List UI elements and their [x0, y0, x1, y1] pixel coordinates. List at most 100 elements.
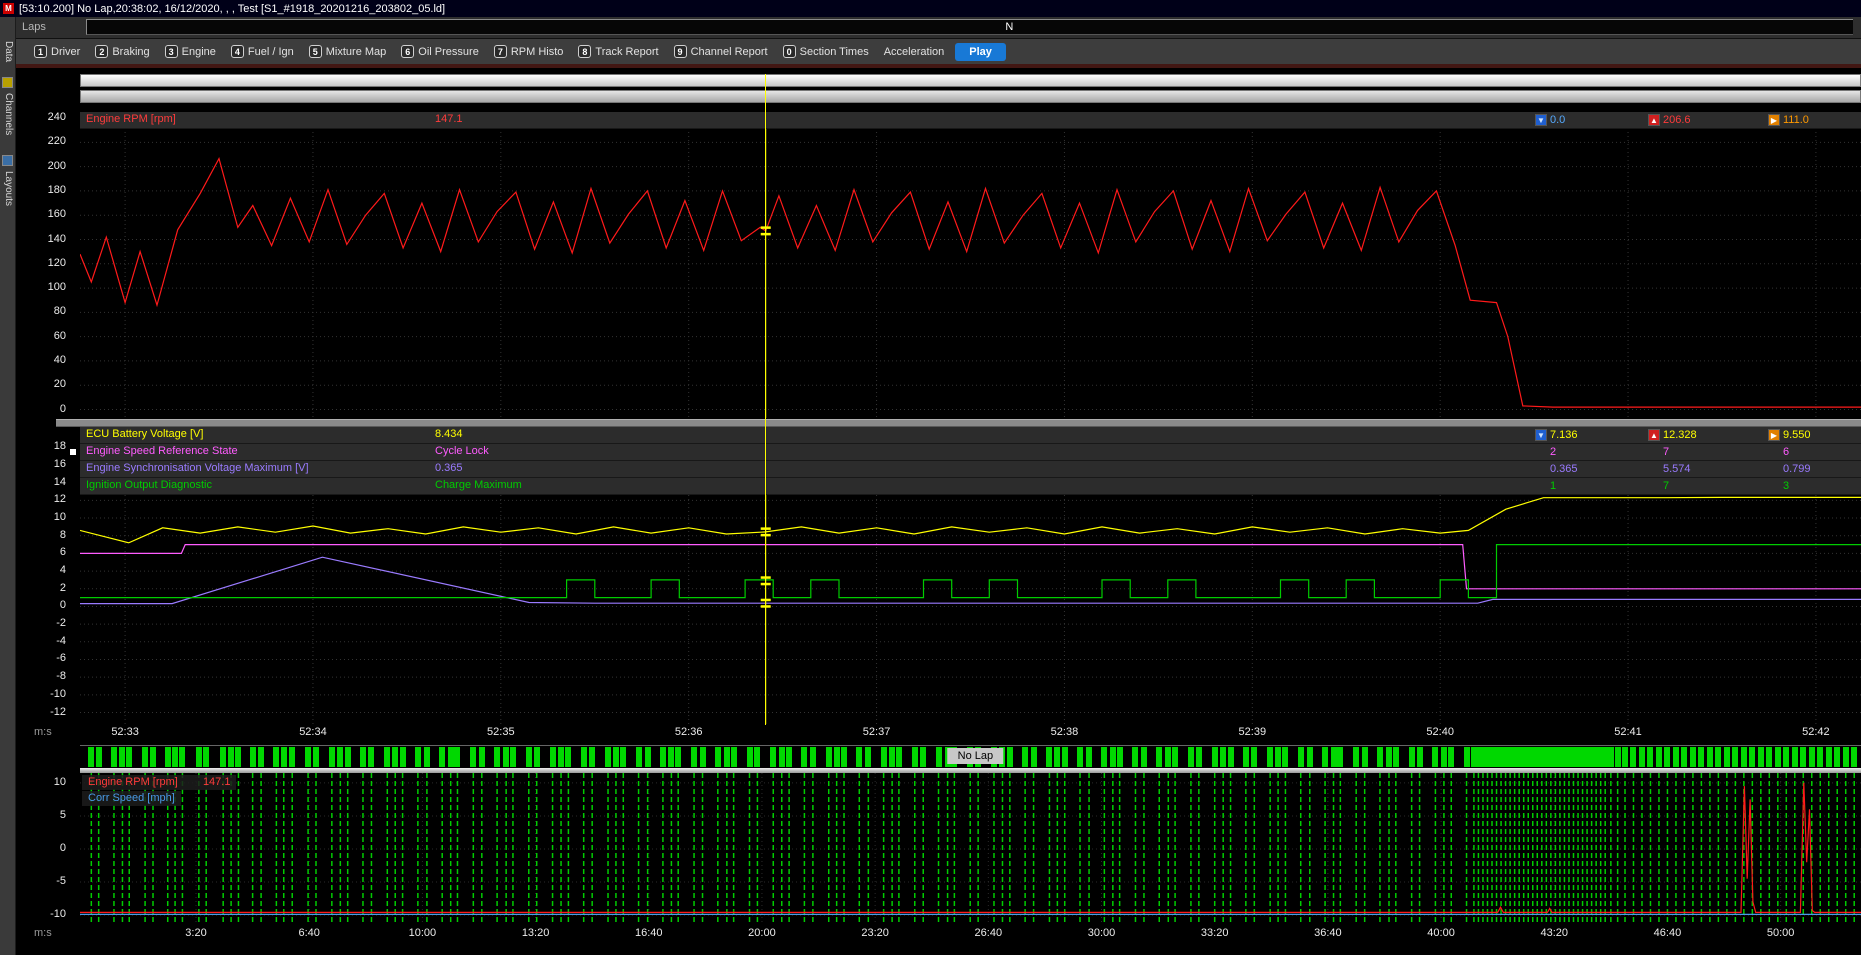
channel-name[interactable]: Ignition Output Diagnostic [86, 479, 212, 491]
chart-rpm-canvas[interactable] [80, 112, 1861, 418]
lap-marker-bar [400, 747, 406, 767]
y-tick-label: 180 [48, 184, 66, 196]
lap-marker-bar [1775, 747, 1781, 767]
tab-number-badge: 5 [309, 45, 322, 58]
stat-value: 7.136 [1550, 429, 1578, 441]
rpm-chart-plot[interactable]: Engine RPM [rpm] 147.1 ▼ 0.0 ▲ 206.6 ▶ 1… [80, 112, 1861, 418]
x-tick-label: 6:40 [298, 927, 319, 939]
y-tick-label: 60 [54, 330, 66, 342]
tab-rpm-histo[interactable]: 7RPM Histo [490, 43, 573, 60]
channel-name[interactable]: Engine Speed Reference State [86, 445, 238, 457]
lap-marker-bar [770, 747, 776, 767]
sidebar-item-layouts[interactable]: Layouts [3, 171, 14, 206]
lap-marker-bar [754, 747, 760, 767]
y-tick-label: 6 [60, 546, 66, 558]
tab-engine[interactable]: 3Engine [161, 43, 225, 60]
x-tick-label: 40:00 [1427, 927, 1455, 939]
channel-header-row: Engine Speed Reference StateCycle Lock27… [80, 444, 1861, 461]
tab-mixture-map[interactable]: 5Mixture Map [305, 43, 396, 60]
sidebar-item-channels[interactable]: Channels [3, 93, 14, 135]
overview-chart-plot[interactable]: Engine RPM [rpm] 147.1 Corr Speed [mph] [80, 773, 1861, 925]
x-tick-label: 16:40 [635, 927, 663, 939]
tab-fuel-ign[interactable]: 4Fuel / Ign [227, 43, 303, 60]
channel-name[interactable]: Engine RPM [rpm] [86, 113, 176, 125]
stat-box: 0.799 [1768, 463, 1811, 475]
y-tick-label: 14 [54, 476, 66, 488]
lap-marker-bar [1441, 747, 1447, 767]
tab-track-report[interactable]: 8Track Report [574, 43, 667, 60]
stat-value: 7 [1663, 480, 1669, 492]
tab-braking[interactable]: 2Braking [91, 43, 158, 60]
chart-separator[interactable] [56, 419, 1861, 427]
y-tick-label: 0 [60, 599, 66, 611]
stat-box: 5.574 [1648, 463, 1691, 475]
laps-bar[interactable]: N [86, 19, 1853, 35]
tab-oil-pressure[interactable]: 6Oil Pressure [397, 43, 488, 60]
channel-name[interactable]: Corr Speed [mph] [88, 792, 175, 804]
overview-legend-speed: Corr Speed [mph] [82, 791, 181, 806]
x-tick-label: 36:40 [1314, 927, 1342, 939]
lap-marker-bar [313, 747, 319, 767]
channel-name[interactable]: Engine Synchronisation Voltage Maximum [… [86, 462, 309, 474]
y-tick-label: -10 [50, 908, 66, 920]
tab-label: Fuel / Ign [248, 46, 294, 58]
lap-marker-bar [589, 747, 595, 767]
y-tick-label: -12 [50, 706, 66, 718]
lap-marker-bar [1228, 747, 1234, 767]
stat-value: 3 [1783, 480, 1789, 492]
lap-marker-bar [613, 747, 619, 767]
sidebar-item-data[interactable]: Data [3, 41, 14, 62]
lap-marker-bar [1353, 747, 1359, 767]
lap-marker-bar [920, 747, 926, 767]
channel-name[interactable]: Engine RPM [rpm] [88, 776, 178, 788]
y-tick-label: 4 [60, 564, 66, 576]
lap-marker-bar [392, 747, 398, 767]
time-ribbon[interactable] [80, 74, 1861, 87]
lap-marker-bar [1690, 747, 1696, 767]
lap-marker-bar [1077, 747, 1083, 767]
lap-marker-bar [534, 747, 540, 767]
x-tick-label: 52:37 [863, 726, 891, 738]
time-cursor[interactable] [765, 74, 766, 725]
y-tick-label: 8 [60, 529, 66, 541]
stat-box: 6 [1768, 446, 1789, 458]
multi-chart-plot[interactable]: ECU Battery Voltage [V]8.434▼7.136▲12.32… [80, 427, 1861, 724]
lap-status-label: No Lap [948, 748, 1003, 764]
y-tick-label: 12 [54, 493, 66, 505]
tab-acceleration[interactable]: Acceleration [880, 44, 954, 60]
lap-marker-bar [558, 747, 564, 767]
x-tick-label: 13:20 [522, 927, 550, 939]
y-tick-label: 80 [54, 305, 66, 317]
y-tick-label: -8 [56, 670, 66, 682]
chart-ov-canvas[interactable] [80, 773, 1861, 925]
tab-channel-report[interactable]: 9Channel Report [670, 43, 777, 60]
x-tick-label: 52:39 [1239, 726, 1267, 738]
channels-icon[interactable] [2, 155, 13, 166]
lap-marker-bar [1432, 747, 1438, 767]
tab-number-badge: 9 [674, 45, 687, 58]
tab-label: Engine [182, 46, 216, 58]
tab-number-badge: 6 [401, 45, 414, 58]
y-tick-label: -10 [50, 688, 66, 700]
display-icon: ▶ [1768, 429, 1780, 441]
lap-marker-bar [1656, 747, 1662, 767]
y-tick-label: 2 [60, 582, 66, 594]
tab-driver[interactable]: 1Driver [30, 43, 89, 60]
x-tick-label: 23:20 [861, 927, 889, 939]
channel-header-row: ECU Battery Voltage [V]8.434▼7.136▲12.32… [80, 427, 1861, 444]
chart-area: 020406080100120140160180200220240 Engine… [16, 68, 1861, 955]
stat-value: 1 [1550, 480, 1556, 492]
tab-play[interactable]: Play [955, 43, 1006, 61]
lap-marker-bar [856, 747, 862, 767]
tab-section-times[interactable]: 0Section Times [779, 43, 878, 60]
data-icon[interactable] [2, 77, 13, 88]
lap-ribbon[interactable] [80, 90, 1861, 103]
left-toolbar: Data Channels Layouts [0, 17, 16, 955]
lap-marker-bar [1393, 747, 1399, 767]
x-tick-label: 52:34 [299, 726, 327, 738]
lap-marker-bar [1783, 747, 1789, 767]
lap-marker-bar [415, 747, 421, 767]
lap-marker-bar [368, 747, 374, 767]
channel-name[interactable]: ECU Battery Voltage [V] [86, 428, 203, 440]
lap-marker-bar [1464, 747, 1470, 767]
